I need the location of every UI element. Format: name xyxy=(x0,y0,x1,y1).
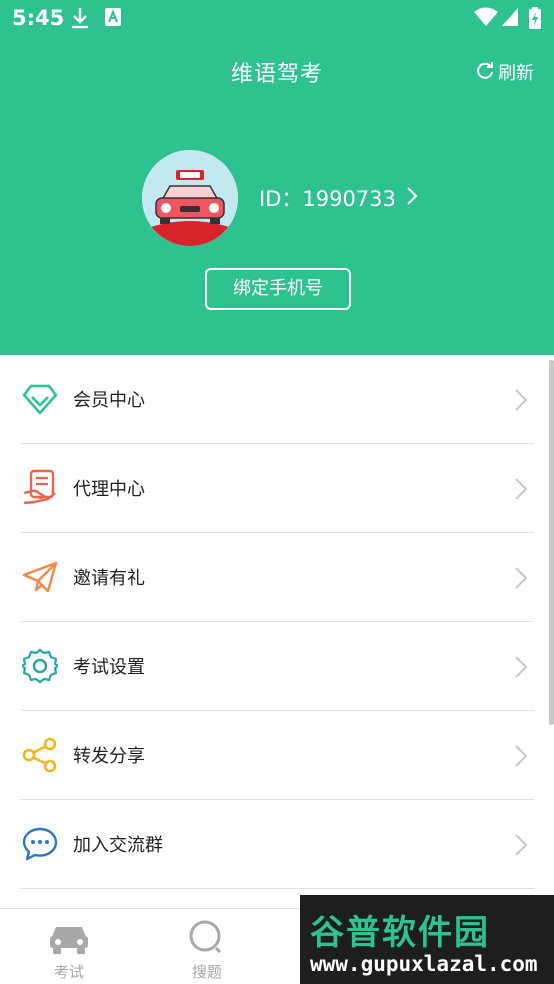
tab-label: 考试 xyxy=(53,963,84,981)
menu-item-label: 代理中心 xyxy=(73,479,145,500)
chevron-right-icon xyxy=(514,388,528,416)
tab-search-questions[interactable]: 搜题 xyxy=(138,909,276,984)
gear-icon xyxy=(20,646,60,686)
menu-item-invite[interactable]: 邀请有礼 xyxy=(20,533,534,622)
tab-exam[interactable]: 考试 xyxy=(0,909,138,984)
share-icon xyxy=(20,735,60,775)
menu-item-label: 考试设置 xyxy=(73,657,145,678)
chevron-right-icon xyxy=(406,186,418,211)
watermark: 谷普软件园 www.gupuxlazal.com xyxy=(300,895,554,984)
user-id-link[interactable]: ID：1990733 xyxy=(259,183,418,213)
menu-list: 会员中心 代理中心 邀请有礼 考试设置 转发分享 加入交流群 xyxy=(0,355,554,889)
menu-item-join-group[interactable]: 加入交流群 xyxy=(20,800,534,889)
menu-item-exam-settings[interactable]: 考试设置 xyxy=(20,622,534,711)
status-bar: 5:45 xyxy=(0,0,554,36)
menu-item-label: 转发分享 xyxy=(73,746,145,767)
chevron-right-icon xyxy=(514,833,528,861)
watermark-title: 谷普软件园 xyxy=(310,913,490,953)
paper-plane-icon xyxy=(20,557,60,597)
avatar[interactable] xyxy=(142,150,238,246)
chevron-right-icon xyxy=(514,477,528,505)
refresh-label: 刷新 xyxy=(498,63,534,84)
tab-label: 搜题 xyxy=(191,963,222,981)
menu-item-share[interactable]: 转发分享 xyxy=(20,711,534,800)
signal-icon xyxy=(501,7,519,31)
menu-item-membership[interactable]: 会员中心 xyxy=(20,355,534,444)
scrollbar[interactable] xyxy=(549,360,554,725)
refresh-icon xyxy=(476,61,494,84)
chevron-right-icon xyxy=(514,566,528,594)
agent-icon xyxy=(20,468,60,508)
diamond-icon xyxy=(20,379,60,419)
menu-item-label: 邀请有礼 xyxy=(73,568,145,589)
menu-item-label: 会员中心 xyxy=(73,390,145,411)
status-time: 5:45 xyxy=(12,6,65,30)
menu-item-agent[interactable]: 代理中心 xyxy=(20,444,534,533)
refresh-button[interactable]: 刷新 xyxy=(476,59,534,85)
wifi-icon xyxy=(474,7,498,31)
chevron-right-icon xyxy=(514,655,528,683)
watermark-url: www.gupuxlazal.com xyxy=(310,952,538,976)
download-icon xyxy=(70,7,90,33)
battery-icon xyxy=(529,7,541,33)
user-id-text: ID：1990733 xyxy=(259,187,396,211)
chat-icon xyxy=(20,824,60,864)
car-icon xyxy=(0,915,138,955)
chevron-right-icon xyxy=(514,744,528,772)
profile-header: 5:45 维语驾考 刷新 ID：1990733 绑定手机号 xyxy=(0,0,554,355)
page-title: 维语驾考 xyxy=(230,62,323,87)
search-icon xyxy=(138,915,276,955)
bind-phone-button[interactable]: 绑定手机号 xyxy=(205,268,351,310)
notification-a-icon xyxy=(104,7,122,31)
menu-item-label: 加入交流群 xyxy=(73,835,163,856)
